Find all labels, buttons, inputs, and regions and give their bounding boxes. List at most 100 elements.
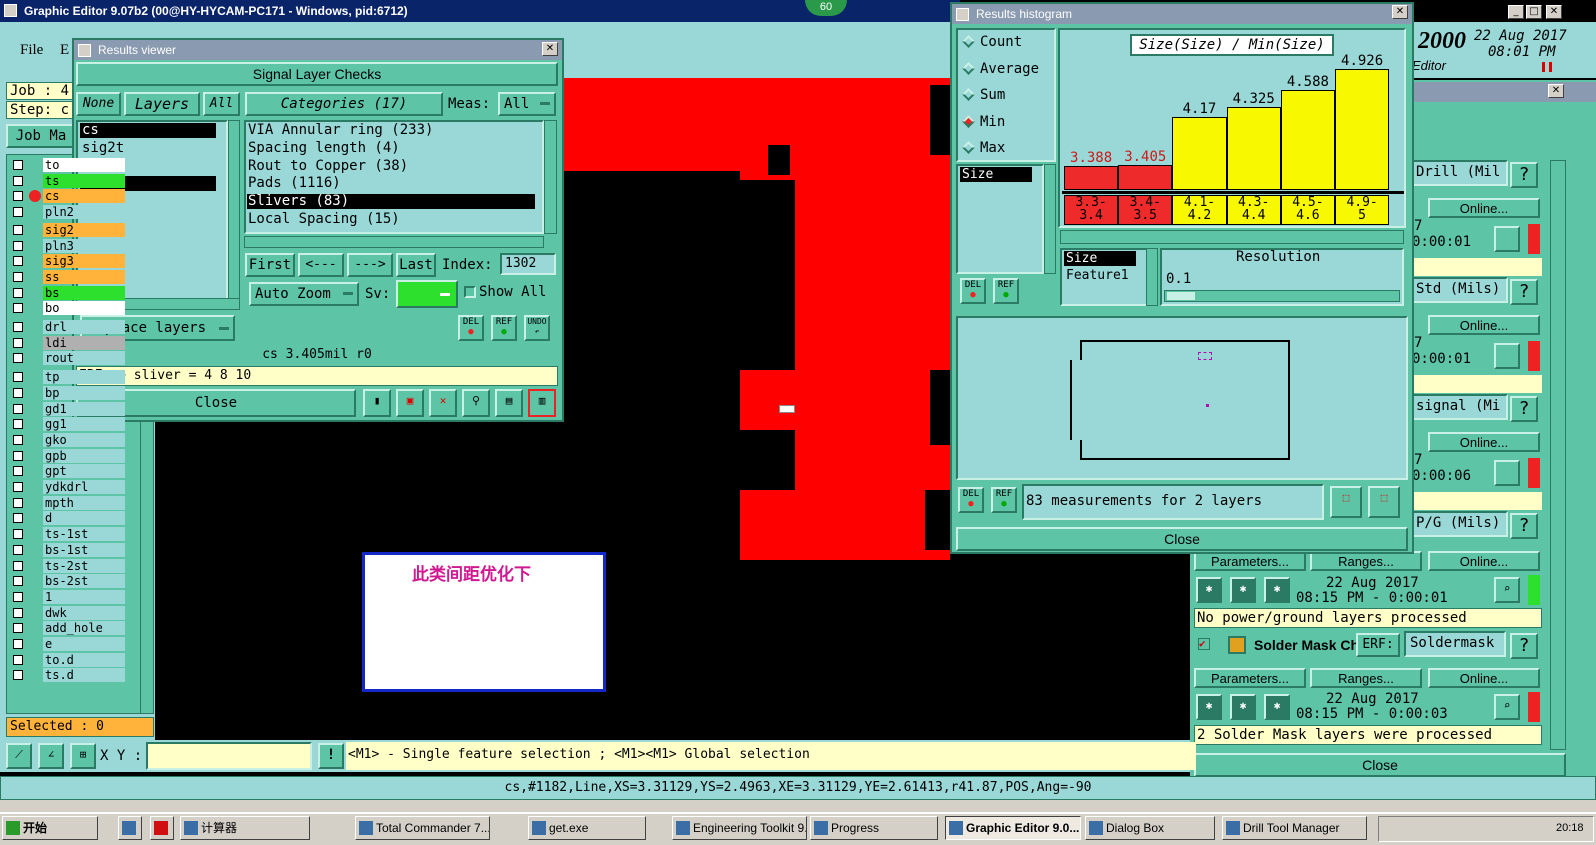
resolution-slider[interactable] (1164, 290, 1400, 302)
start-button[interactable]: 开始 (2, 816, 98, 840)
layer-name[interactable]: ts-2st (43, 558, 125, 573)
results-viewer-titlebar[interactable]: Results viewer (74, 40, 562, 60)
sliver-marker[interactable] (779, 405, 795, 413)
layer-name[interactable]: e (43, 637, 125, 651)
help-button[interactable]: ? (1510, 162, 1538, 188)
index-input[interactable]: 1302 (500, 253, 556, 275)
zoom-icon[interactable] (1494, 460, 1520, 486)
zoom-icon[interactable]: ⌕ (1494, 694, 1520, 720)
maximize-icon[interactable]: □ (1526, 5, 1542, 19)
field-size[interactable]: Size (1064, 251, 1136, 266)
taskbar-item[interactable]: Progress (810, 816, 938, 840)
layer-name[interactable]: bs-2st (43, 574, 125, 589)
layer-name[interactable]: to (43, 158, 125, 172)
taskbar-item[interactable]: Engineering Toolkit 9... (672, 816, 807, 840)
layer-row[interactable]: ldi (10, 335, 128, 351)
layer-checkbox[interactable] (13, 607, 23, 618)
layer-row[interactable]: bs-2st (10, 574, 128, 589)
layer-name[interactable]: ldi (43, 335, 125, 350)
layer-row[interactable]: sig2 (10, 222, 128, 238)
layer-name[interactable]: ydkdrl (43, 480, 125, 494)
layer-checkbox[interactable] (13, 623, 23, 634)
zoom-icon[interactable]: ⌕ (1494, 577, 1520, 603)
menu-edit[interactable]: E (60, 42, 69, 59)
layer-checkbox[interactable] (13, 387, 23, 398)
histogram-bar[interactable] (1335, 69, 1390, 190)
layer-row[interactable]: ts.d (10, 668, 128, 683)
layer-name[interactable]: tp (43, 370, 125, 385)
layer-name[interactable]: pln3 (43, 238, 125, 253)
layer-checkbox[interactable] (13, 175, 23, 186)
layer-checkbox[interactable] (13, 322, 23, 332)
next-button[interactable]: ---> (347, 253, 393, 277)
layer-result-item[interactable]: cs (80, 123, 216, 138)
highlight-icon[interactable]: ▮ (363, 389, 391, 417)
all-button[interactable]: All (203, 92, 240, 116)
taskbar-item[interactable]: Graphic Editor 9.0... (945, 816, 1081, 840)
sv-color-select[interactable] (396, 280, 458, 308)
layer-checkbox[interactable] (13, 670, 23, 681)
sm-online-button[interactable]: Online... (1428, 668, 1540, 688)
layer-row[interactable]: bp (10, 385, 128, 401)
toolkit-close-icon[interactable]: ✕ (1548, 84, 1564, 98)
layer-checkbox[interactable] (13, 419, 23, 430)
pg-parameters-button[interactable]: Parameters... (1194, 551, 1306, 571)
category-item[interactable]: Rout to Copper (38) (247, 158, 535, 174)
histogram-bar[interactable] (1280, 90, 1335, 190)
pg-online-button[interactable]: Online... (1428, 551, 1540, 571)
grid-icon[interactable]: ⊞ (70, 743, 96, 769)
layer-checkbox[interactable] (13, 191, 23, 202)
chart-hscroll[interactable] (1060, 230, 1404, 244)
minimize-icon[interactable]: _ (1508, 5, 1524, 19)
layer-row[interactable]: pln3 (10, 238, 128, 254)
layer-row[interactable]: ts-2st (10, 558, 128, 574)
field-scrollbar[interactable] (1146, 248, 1158, 306)
histogram-bar[interactable] (1064, 165, 1119, 190)
run-icon[interactable]: ✱ (1230, 577, 1256, 603)
erf-select[interactable]: Soldermask (1404, 631, 1506, 657)
report-icon[interactable]: ▣ (396, 389, 424, 417)
snap-icon[interactable]: ⟋ (6, 743, 32, 769)
layer-row[interactable]: cs (10, 189, 128, 204)
layer-name[interactable]: 1 (43, 589, 125, 604)
measure-list-item[interactable]: Size (960, 167, 1032, 182)
layer-name[interactable]: sig2 (43, 222, 125, 237)
layer-name[interactable]: gko (43, 432, 125, 447)
help-button[interactable]: ? (1510, 633, 1538, 659)
prev-button[interactable]: <--- (298, 253, 344, 277)
taskbar-item[interactable]: Drill Tool Manager (1222, 816, 1367, 840)
layer-name[interactable]: d (43, 511, 125, 526)
layer-name[interactable]: dwk (43, 605, 125, 620)
layer-result-item[interactable]: sig2t (80, 140, 216, 156)
layer-checkbox[interactable] (13, 240, 23, 251)
layer-row[interactable]: bs (10, 285, 128, 301)
layer-row[interactable]: sig3 (10, 254, 128, 269)
layer-name[interactable]: bs-1st (43, 542, 125, 557)
layer-row[interactable]: bs-1st (10, 542, 128, 558)
histogram-close-button[interactable]: Close (956, 527, 1408, 551)
layer-row[interactable]: gko (10, 432, 128, 448)
layer-row[interactable]: d (10, 511, 128, 526)
layer-checkbox[interactable] (13, 160, 23, 170)
layer-name[interactable]: gd1 (43, 401, 125, 416)
field-feature[interactable]: Feature1 (1066, 268, 1129, 283)
layer-row[interactable]: gd1 (10, 401, 128, 417)
xy-input[interactable] (146, 742, 312, 770)
erf-button[interactable]: ERF: (1356, 633, 1400, 657)
del-icon[interactable]: DEL ● (960, 278, 986, 304)
layer-checkbox[interactable] (13, 654, 23, 665)
slider-thumb[interactable] (1167, 292, 1195, 300)
del-icon[interactable]: DEL ● (958, 487, 984, 513)
layer-name[interactable]: to.d (43, 652, 125, 667)
help-button[interactable]: ? (1510, 513, 1538, 539)
toolkit-scrollbar[interactable] (1550, 160, 1566, 750)
layer-row[interactable]: e (10, 637, 128, 652)
histogram-bar[interactable] (1226, 106, 1281, 190)
layer-name[interactable]: gpb (43, 448, 125, 463)
auto-zoom-select[interactable]: Auto Zoom (249, 282, 359, 306)
none-button[interactable]: None (76, 92, 121, 116)
layer-checkbox[interactable] (13, 287, 23, 298)
ref-icon[interactable]: REF ● (491, 315, 517, 341)
sm-parameters-button[interactable]: Parameters... (1194, 668, 1306, 688)
toolkit-titlebar[interactable] (1410, 82, 1596, 102)
